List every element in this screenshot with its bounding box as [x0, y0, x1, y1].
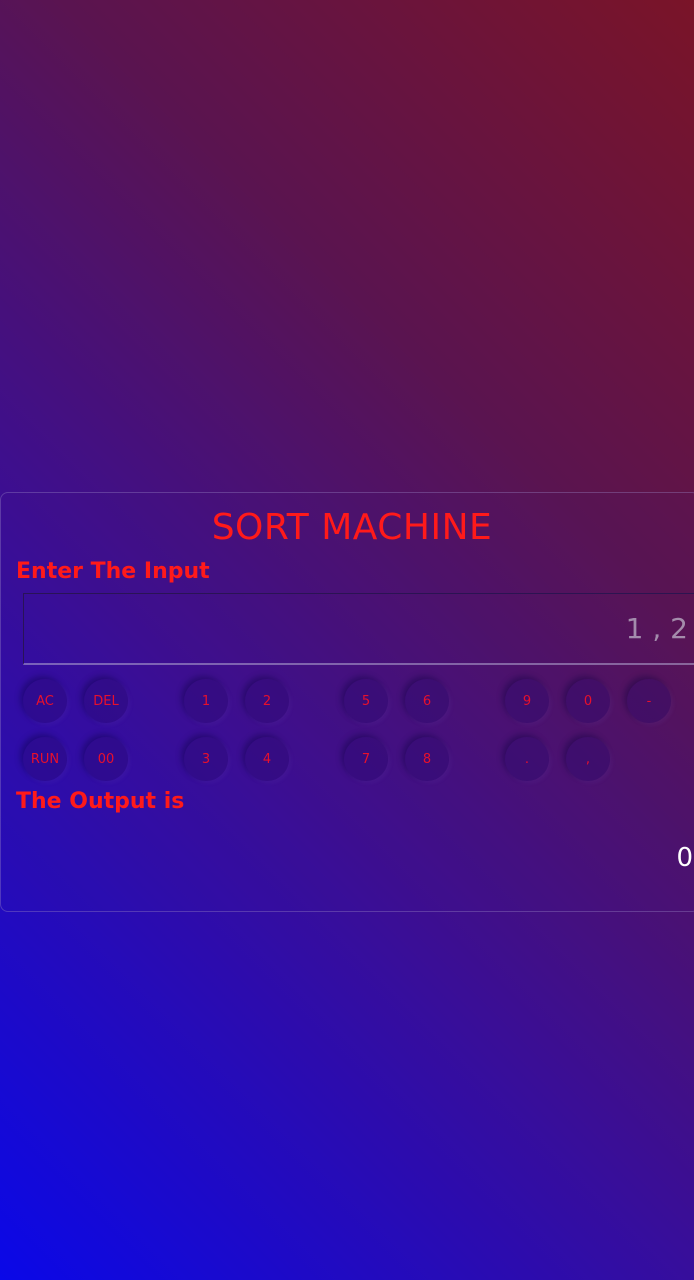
dot-key[interactable]: . [505, 737, 549, 781]
input-value: 1 , 2 [625, 612, 688, 645]
key-7[interactable]: 7 [344, 737, 388, 781]
input-label: Enter The Input [16, 559, 210, 584]
key-8[interactable]: 8 [405, 737, 449, 781]
key-3[interactable]: 3 [184, 737, 228, 781]
key-4[interactable]: 4 [245, 737, 289, 781]
key-6[interactable]: 6 [405, 679, 449, 723]
run-key[interactable]: RUN [23, 737, 67, 781]
page-title: SORT MACHINE [211, 507, 493, 548]
del-key[interactable]: DEL [84, 679, 128, 723]
output-label: The Output is [16, 789, 185, 814]
key-9[interactable]: 9 [505, 679, 549, 723]
sort-machine-card: SORT MACHINE Enter The Input 1 , 2 AC DE… [0, 492, 694, 912]
double-zero-key[interactable]: 00 [84, 737, 128, 781]
key-1[interactable]: 1 [184, 679, 228, 723]
input-field[interactable]: 1 , 2 [23, 593, 694, 665]
output-value: 0 [676, 843, 693, 873]
key-0[interactable]: 0 [566, 679, 610, 723]
comma-key[interactable]: , [566, 737, 610, 781]
minus-key[interactable]: - [627, 679, 671, 723]
key-5[interactable]: 5 [344, 679, 388, 723]
ac-key[interactable]: AC [23, 679, 67, 723]
key-2[interactable]: 2 [245, 679, 289, 723]
